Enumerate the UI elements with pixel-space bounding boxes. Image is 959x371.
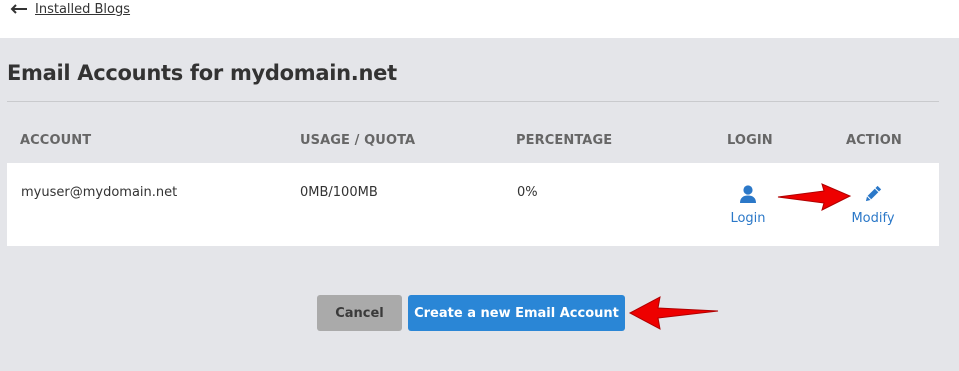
pencil-icon <box>863 183 883 205</box>
modify-label: Modify <box>851 211 895 226</box>
top-bar: Installed Blogs <box>0 0 959 38</box>
column-header-action: ACTION <box>846 133 902 148</box>
account-cell: myuser@mydomain.net <box>21 185 178 200</box>
column-header-percentage: PERCENTAGE <box>516 133 613 148</box>
annotation-arrow-create <box>628 296 719 330</box>
email-accounts-panel: Email Accounts for mydomain.net ACCOUNT … <box>0 38 959 371</box>
title-divider <box>7 101 939 102</box>
column-header-usage-quota: USAGE / QUOTA <box>300 133 416 148</box>
page-title: Email Accounts for mydomain.net <box>7 61 397 85</box>
usage-quota-cell: 0MB/100MB <box>300 185 378 200</box>
create-email-account-button[interactable]: Create a new Email Account <box>408 295 625 331</box>
column-header-login: LOGIN <box>727 133 773 148</box>
column-header-account: ACCOUNT <box>20 133 92 148</box>
arrow-left-icon <box>9 1 29 17</box>
user-icon <box>739 183 757 205</box>
login-link[interactable]: Login <box>723 183 773 226</box>
percentage-cell: 0% <box>517 185 538 200</box>
annotation-arrow-modify <box>777 183 852 211</box>
cancel-button[interactable]: Cancel <box>317 295 402 331</box>
back-link-label: Installed Blogs <box>35 1 131 17</box>
back-to-installed-blogs-link[interactable]: Installed Blogs <box>9 1 130 17</box>
login-label: Login <box>730 211 766 226</box>
modify-link[interactable]: Modify <box>843 183 903 226</box>
